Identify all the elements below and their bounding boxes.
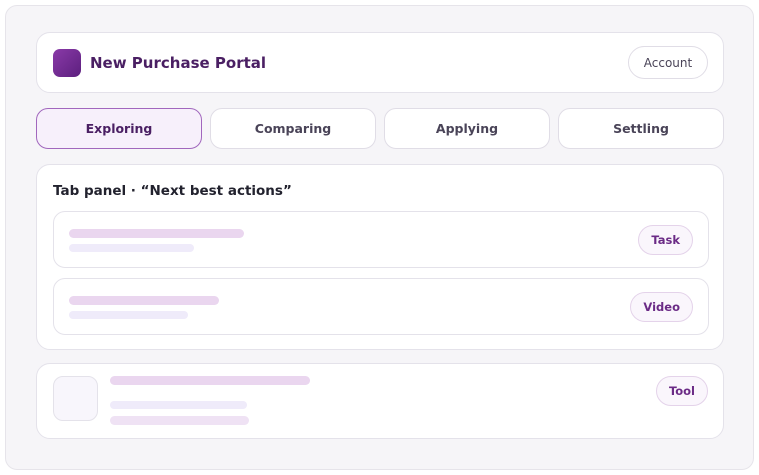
tab-settling[interactable]: Settling (558, 108, 724, 149)
account-button[interactable]: Account (628, 46, 708, 79)
tool-badge[interactable]: Tool (655, 376, 708, 406)
tab-applying[interactable]: Applying (384, 108, 550, 149)
skeleton-line (110, 416, 249, 425)
skeleton-title (69, 296, 219, 305)
tab-exploring[interactable]: Exploring (36, 108, 202, 149)
app-header: New Purchase Portal Account (36, 32, 724, 93)
skeleton-subtitle (69, 244, 194, 252)
panel-title: Tab panel · “Next best actions” (53, 183, 292, 199)
brand-logo-icon (53, 49, 81, 77)
video-badge[interactable]: Video (630, 292, 693, 322)
tool-card[interactable]: Tool (36, 363, 724, 439)
task-badge[interactable]: Task (638, 225, 693, 255)
tool-thumbnail (53, 376, 98, 421)
skeleton-title (69, 229, 244, 238)
tab-comparing[interactable]: Comparing (210, 108, 376, 149)
tab-panel: Tab panel · “Next best actions” Task Vid… (36, 164, 724, 350)
skeleton-line (110, 401, 247, 409)
action-item-video[interactable]: Video (53, 278, 709, 335)
app-title: New Purchase Portal (90, 54, 267, 72)
action-item-task[interactable]: Task (53, 211, 709, 268)
skeleton-title (110, 376, 310, 385)
skeleton-subtitle (69, 311, 188, 319)
